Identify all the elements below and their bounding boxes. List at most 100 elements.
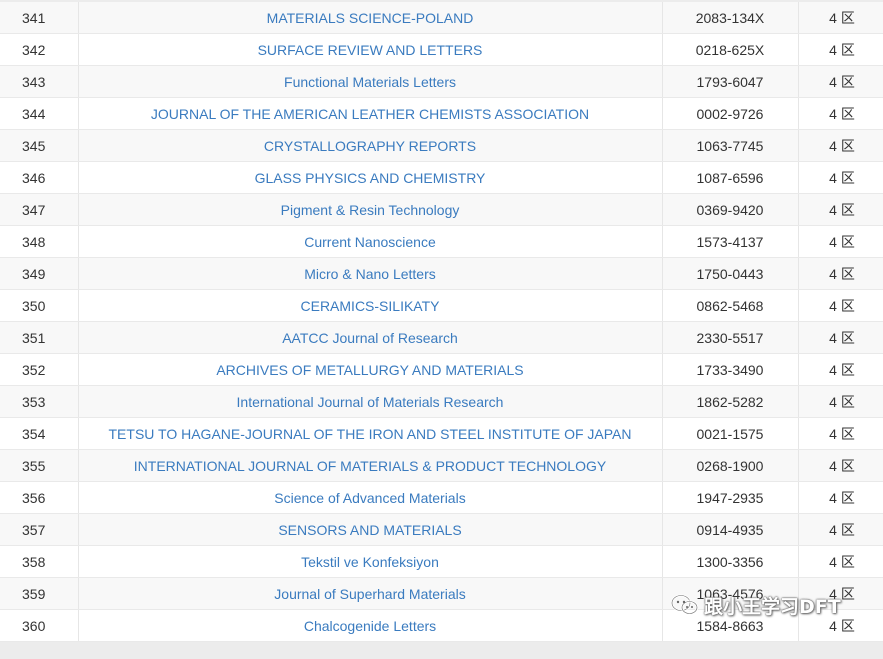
row-number: 348 — [0, 225, 79, 258]
row-number: 358 — [0, 545, 79, 578]
table-row: 359 Journal of Superhard Materials 1063-45… — [0, 577, 883, 610]
journal-title-link[interactable]: Tekstil ve Konfeksiyon — [301, 554, 439, 570]
journal-issn: 1063-4576 — [662, 577, 799, 610]
journal-title-cell: Micro & Nano Letters — [78, 257, 663, 290]
journal-title-link[interactable]: SENSORS AND MATERIALS — [278, 522, 461, 538]
journal-title-link[interactable]: CERAMICS-SILIKATY — [301, 298, 440, 314]
journal-zone: 4 区 — [798, 417, 883, 450]
zone-label: 4 区 — [829, 265, 855, 282]
journal-zone: 4 区 — [798, 97, 883, 130]
journal-title-link[interactable]: Science of Advanced Materials — [274, 490, 465, 506]
journal-issn: 0021-1575 — [662, 417, 799, 450]
journal-issn: 1300-3356 — [662, 545, 799, 578]
table-row: 344 JOURNAL OF THE AMERICAN LEATHER CHEMI… — [0, 97, 883, 130]
journal-table: 341 MATERIALS SCIENCE-POLAND 2083-134X 4 区3… — [0, 2, 883, 642]
journal-issn: 0862-5468 — [662, 289, 799, 322]
journal-title-cell: JOURNAL OF THE AMERICAN LEATHER CHEMISTS… — [78, 97, 663, 130]
journal-issn: 1573-4137 — [662, 225, 799, 258]
journal-zone: 4 区 — [798, 545, 883, 578]
journal-title-link[interactable]: ARCHIVES OF METALLURGY AND MATERIALS — [216, 362, 523, 378]
zone-label: 4 区 — [829, 201, 855, 218]
journal-issn: 1862-5282 — [662, 385, 799, 418]
table-row: 342 SURFACE REVIEW AND LETTERS 0218-625X 4 … — [0, 33, 883, 66]
journal-title-cell: MATERIALS SCIENCE-POLAND — [78, 2, 663, 34]
table-row: 349 Micro & Nano Letters 1750-0443 4 区 — [0, 257, 883, 290]
journal-issn: 0914-4935 — [662, 513, 799, 546]
journal-title-link[interactable]: SURFACE REVIEW AND LETTERS — [258, 42, 483, 58]
zone-label: 4 区 — [829, 521, 855, 538]
row-number: 357 — [0, 513, 79, 546]
row-number: 359 — [0, 577, 79, 610]
row-number: 345 — [0, 129, 79, 162]
journal-issn: 1733-3490 — [662, 353, 799, 386]
table-row: 360 Chalcogenide Letters 1584-8663 4 区 — [0, 609, 883, 642]
table-row: 345 CRYSTALLOGRAPHY REPORTS 1063-7745 4 区 — [0, 129, 883, 162]
journal-title-cell: TETSU TO HAGANE-JOURNAL OF THE IRON AND … — [78, 417, 663, 450]
journal-zone: 4 区 — [798, 257, 883, 290]
journal-title-cell: Journal of Superhard Materials — [78, 577, 663, 610]
row-number: 347 — [0, 193, 79, 226]
row-number: 356 — [0, 481, 79, 514]
zone-label: 4 区 — [829, 233, 855, 250]
zone-label: 4 区 — [829, 329, 855, 346]
journal-issn: 1584-8663 — [662, 609, 799, 642]
table-row: 341 MATERIALS SCIENCE-POLAND 2083-134X 4 区 — [0, 2, 883, 34]
journal-zone: 4 区 — [798, 353, 883, 386]
journal-title-cell: ARCHIVES OF METALLURGY AND MATERIALS — [78, 353, 663, 386]
journal-zone: 4 区 — [798, 129, 883, 162]
journal-title-link[interactable]: CRYSTALLOGRAPHY REPORTS — [264, 138, 476, 154]
journal-title-link[interactable]: AATCC Journal of Research — [282, 330, 458, 346]
journal-title-cell: SENSORS AND MATERIALS — [78, 513, 663, 546]
table-row: 351 AATCC Journal of Research 2330-5517 4 区 — [0, 321, 883, 354]
journal-title-link[interactable]: Functional Materials Letters — [284, 74, 456, 90]
table-row: 357 SENSORS AND MATERIALS 0914-4935 4 区 — [0, 513, 883, 546]
journal-issn: 2330-5517 — [662, 321, 799, 354]
journal-title-link[interactable]: Current Nanoscience — [304, 234, 436, 250]
table-row: 354 TETSU TO HAGANE-JOURNAL OF THE IRON A… — [0, 417, 883, 450]
journal-zone: 4 区 — [798, 481, 883, 514]
table-row: 356 Science of Advanced Materials 1947-293… — [0, 481, 883, 514]
journal-title-cell: International Journal of Materials Resea… — [78, 385, 663, 418]
zone-label: 4 区 — [829, 585, 855, 602]
journal-title-link[interactable]: TETSU TO HAGANE-JOURNAL OF THE IRON AND … — [109, 426, 632, 442]
journal-title-cell: Functional Materials Letters — [78, 65, 663, 98]
journal-title-link[interactable]: Micro & Nano Letters — [304, 266, 436, 282]
zone-label: 4 区 — [829, 489, 855, 506]
zone-label: 4 区 — [829, 553, 855, 570]
zone-label: 4 区 — [829, 617, 855, 634]
journal-zone: 4 区 — [798, 321, 883, 354]
row-number: 354 — [0, 417, 79, 450]
journal-issn: 1750-0443 — [662, 257, 799, 290]
journal-title-link[interactable]: International Journal of Materials Resea… — [237, 394, 504, 410]
journal-zone: 4 区 — [798, 385, 883, 418]
zone-label: 4 区 — [829, 73, 855, 90]
zone-label: 4 区 — [829, 425, 855, 442]
journal-title-cell: Pigment & Resin Technology — [78, 193, 663, 226]
journal-title-link[interactable]: JOURNAL OF THE AMERICAN LEATHER CHEMISTS… — [151, 106, 589, 122]
journal-title-link[interactable]: Pigment & Resin Technology — [281, 202, 460, 218]
journal-title-cell: SURFACE REVIEW AND LETTERS — [78, 33, 663, 66]
journal-title-cell: Current Nanoscience — [78, 225, 663, 258]
table-row: 355 INTERNATIONAL JOURNAL OF MATERIALS & … — [0, 449, 883, 482]
row-number: 346 — [0, 161, 79, 194]
journal-title-link[interactable]: INTERNATIONAL JOURNAL OF MATERIALS & PRO… — [134, 458, 606, 474]
zone-label: 4 区 — [829, 169, 855, 186]
journal-title-cell: AATCC Journal of Research — [78, 321, 663, 354]
row-number: 353 — [0, 385, 79, 418]
table-row: 348 Current Nanoscience 1573-4137 4 区 — [0, 225, 883, 258]
zone-label: 4 区 — [829, 393, 855, 410]
journal-title-link[interactable]: Journal of Superhard Materials — [274, 586, 465, 602]
journal-title-link[interactable]: GLASS PHYSICS AND CHEMISTRY — [255, 170, 486, 186]
journal-title-cell: Chalcogenide Letters — [78, 609, 663, 642]
journal-title-cell: Science of Advanced Materials — [78, 481, 663, 514]
journal-zone: 4 区 — [798, 577, 883, 610]
row-number: 344 — [0, 97, 79, 130]
row-number: 343 — [0, 65, 79, 98]
journal-title-link[interactable]: MATERIALS SCIENCE-POLAND — [267, 10, 474, 26]
table-row: 350 CERAMICS-SILIKATY 0862-5468 4 区 — [0, 289, 883, 322]
journal-issn: 0002-9726 — [662, 97, 799, 130]
journal-title-link[interactable]: Chalcogenide Letters — [304, 618, 436, 634]
table-row: 358 Tekstil ve Konfeksiyon 1300-3356 4 区 — [0, 545, 883, 578]
zone-label: 4 区 — [829, 9, 855, 26]
journal-table-body: 341 MATERIALS SCIENCE-POLAND 2083-134X 4 区3… — [0, 2, 883, 642]
